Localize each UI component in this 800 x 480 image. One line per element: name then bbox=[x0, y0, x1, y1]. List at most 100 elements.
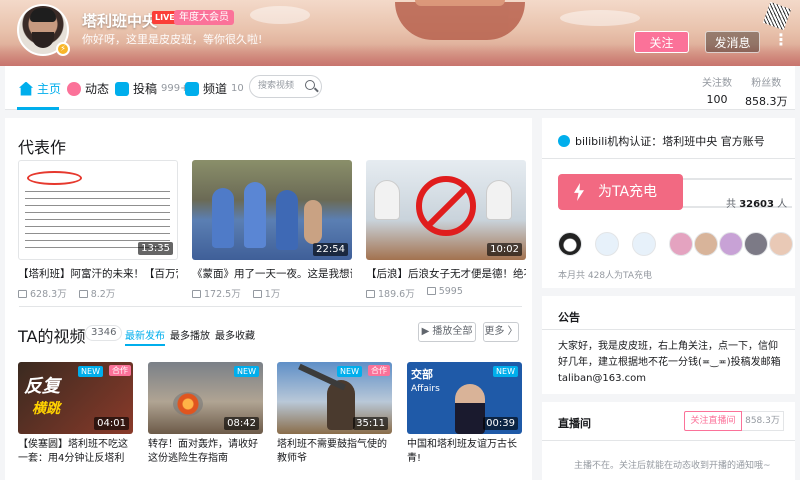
fan-avatar[interactable] bbox=[558, 232, 582, 256]
live-empty-text: 主播不在。关注后就能在动态收到开播的通知哦~ bbox=[574, 461, 771, 471]
main-content: 代表作 13:35 【塔利班】阿富汗的未来！【百万营暖 628.3万 8.2万 … bbox=[5, 118, 532, 480]
fan-avatar[interactable] bbox=[632, 232, 656, 256]
following-stat[interactable]: 关注数 100 bbox=[702, 74, 732, 106]
sort-latest[interactable]: 最新发布 bbox=[125, 327, 165, 346]
tab-home-label: 主页 bbox=[37, 82, 62, 96]
monthly-charge-count: 本月共 428人为TA充电 bbox=[558, 271, 652, 281]
tab-upload-label: 投稿 bbox=[133, 82, 158, 96]
masterpiece-video-card[interactable]: 22:54 《蒙面》用了一天一夜。这是我想说的话 172.5万 1万 bbox=[192, 160, 352, 300]
video-thumbnail[interactable]: NEW 08:42 bbox=[148, 362, 263, 434]
masterpiece-video-card[interactable]: 10:02 【后浪】后浪女子无才便是德！绝不上学 189.6万 5995 bbox=[366, 160, 526, 300]
fan-avatar[interactable] bbox=[595, 232, 619, 256]
explosion-mark bbox=[173, 392, 203, 416]
view-count: 189.6万 bbox=[366, 286, 415, 300]
masterpiece-video-card[interactable]: 13:35 【塔利班】阿富汗的未来！【百万营暖 628.3万 8.2万 bbox=[18, 160, 178, 300]
bilibili-certified-icon bbox=[558, 135, 570, 147]
masterpiece-title: 代表作 bbox=[18, 138, 67, 157]
tab-upload[interactable]: 投稿 999+ bbox=[115, 80, 188, 97]
more-menu-icon[interactable]: ⋮ bbox=[773, 30, 789, 49]
video-thumbnail[interactable]: 反复 横跳 NEW 合作 04:01 bbox=[18, 362, 133, 434]
video-duration: 22:54 bbox=[313, 243, 348, 256]
sort-most-played[interactable]: 最多播放 bbox=[170, 327, 210, 342]
video-thumbnail[interactable]: 22:54 bbox=[192, 160, 352, 260]
search-input[interactable]: 搜索视频 bbox=[249, 75, 322, 98]
video-card[interactable]: 交部 Affairs NEW 00:39 中国和塔利班友谊万古长青! bbox=[407, 362, 522, 466]
message-button[interactable]: 发消息 bbox=[705, 31, 760, 53]
follow-live-button[interactable]: 关注直播间 bbox=[684, 411, 742, 431]
charge-total-prefix: 共 bbox=[726, 199, 736, 210]
video-title[interactable]: 《蒙面》用了一天一夜。这是我想说的话 bbox=[192, 267, 352, 281]
banner-ship bbox=[395, 0, 525, 40]
thumb-child bbox=[304, 200, 322, 244]
view-count: 172.5万 bbox=[192, 286, 241, 300]
video-card[interactable]: NEW 合作 35:11 塔利班不需要鼓指气使的教师爷 bbox=[277, 362, 392, 466]
charge-button-label: 为TA充电 bbox=[598, 184, 658, 200]
banner-cloud bbox=[250, 6, 310, 24]
thumb-overlay-text: 横跳 bbox=[32, 401, 60, 417]
search-placeholder: 搜索视频 bbox=[258, 81, 295, 91]
search-icon[interactable] bbox=[305, 80, 315, 90]
fans-count: 858.3万 bbox=[745, 95, 788, 108]
tab-channel[interactable]: 频道 10 bbox=[185, 80, 244, 97]
notice-body: 大家好，我是皮皮班，右上角关注，点一下，信仰好几年，建立根据地不花一分钱(≖‿≖… bbox=[558, 341, 781, 384]
charge-fans-list bbox=[558, 232, 793, 256]
prohibited-icon bbox=[416, 176, 476, 236]
co-badge: 合作 bbox=[368, 365, 390, 376]
thumb-overlay-text: 交部 bbox=[411, 368, 433, 381]
new-badge: NEW bbox=[493, 366, 518, 377]
play-all-button[interactable]: ▶ 播放全部 bbox=[418, 322, 476, 342]
verified-icon: ⚡ bbox=[56, 42, 70, 56]
live-room-title: 直播间 bbox=[558, 417, 591, 430]
certification-text: bilibili机构认证：塔利班中央 官方账号 bbox=[575, 135, 765, 148]
profile-navbar: 主页 动态 投稿 999+ 频道 10 搜索视频 关注数 100 粉丝数 858… bbox=[5, 66, 795, 110]
video-duration: 08:42 bbox=[224, 417, 259, 430]
dynamic-icon bbox=[67, 81, 81, 96]
fan-avatar[interactable] bbox=[719, 232, 743, 256]
following-count: 100 bbox=[706, 93, 728, 106]
video-thumbnail[interactable]: 交部 Affairs NEW 00:39 bbox=[407, 362, 522, 434]
vip-badge: 年度大会员 bbox=[174, 10, 234, 25]
video-title[interactable]: 转存！面对轰炸，请收好这份逃险生存指南 bbox=[148, 438, 263, 466]
user-signature: 你好呀，这里是皮皮班，等你很久啦! bbox=[82, 33, 263, 46]
thumb-figure bbox=[212, 188, 234, 248]
video-count-badge: 3346 bbox=[85, 325, 123, 341]
thumb-circle-mark bbox=[27, 171, 82, 185]
video-duration: 04:01 bbox=[94, 417, 129, 430]
tab-home[interactable]: 主页 bbox=[19, 80, 61, 97]
panel-divider bbox=[542, 329, 795, 330]
fans-stat[interactable]: 粉丝数 858.3万 bbox=[745, 74, 788, 109]
video-stats: 189.6万 5995 bbox=[366, 286, 526, 300]
video-duration: 10:02 bbox=[487, 243, 522, 256]
upload-icon bbox=[115, 81, 129, 96]
video-stats: 628.3万 8.2万 bbox=[18, 286, 178, 300]
tab-channel-label: 频道 bbox=[203, 82, 228, 96]
thumb-figure bbox=[374, 180, 400, 220]
fan-avatar[interactable] bbox=[669, 232, 693, 256]
fan-avatar[interactable] bbox=[769, 232, 793, 256]
video-thumbnail[interactable]: 10:02 bbox=[366, 160, 526, 260]
video-title[interactable]: 【后浪】后浪女子无才便是德！绝不上学 bbox=[366, 267, 526, 281]
fan-avatar[interactable] bbox=[744, 232, 768, 256]
video-thumbnail[interactable]: NEW 合作 35:11 bbox=[277, 362, 392, 434]
video-title[interactable]: 中国和塔利班友谊万古长青! bbox=[407, 438, 522, 466]
tab-dynamic[interactable]: 动态 bbox=[67, 80, 109, 97]
video-thumbnail[interactable]: 13:35 bbox=[18, 160, 178, 260]
thumb-figure bbox=[276, 190, 298, 250]
video-title[interactable]: 【俟塞圆】塔利班不吃这一套：用4分钟让反塔利班妙作 bbox=[18, 438, 133, 466]
follow-button[interactable]: 关注 bbox=[634, 31, 689, 53]
video-title[interactable]: 塔利班不需要鼓指气使的教师爷 bbox=[277, 438, 392, 466]
sort-most-fav[interactable]: 最多收藏 bbox=[215, 327, 255, 342]
notice-title: 公告 bbox=[558, 311, 580, 324]
avatar-beard bbox=[32, 32, 54, 48]
tab-dynamic-label: 动态 bbox=[85, 82, 110, 96]
fan-avatar[interactable] bbox=[694, 232, 718, 256]
more-button[interactable]: 更多 〉 bbox=[483, 322, 519, 342]
charge-total-suffix: 人 bbox=[777, 199, 788, 210]
video-card[interactable]: 反复 横跳 NEW 合作 04:01 【俟塞圆】塔利班不吃这一套：用4分钟让反塔… bbox=[18, 362, 133, 466]
charge-total: 共 32603 人 bbox=[726, 195, 787, 210]
charge-button[interactable]: 为TA充电 bbox=[558, 174, 683, 210]
section-divider bbox=[19, 306, 522, 307]
video-card[interactable]: NEW 08:42 转存！面对轰炸，请收好这份逃险生存指南 bbox=[148, 362, 263, 466]
video-duration: 13:35 bbox=[138, 242, 173, 255]
video-title[interactable]: 【塔利班】阿富汗的未来！【百万营暖 bbox=[18, 267, 178, 281]
